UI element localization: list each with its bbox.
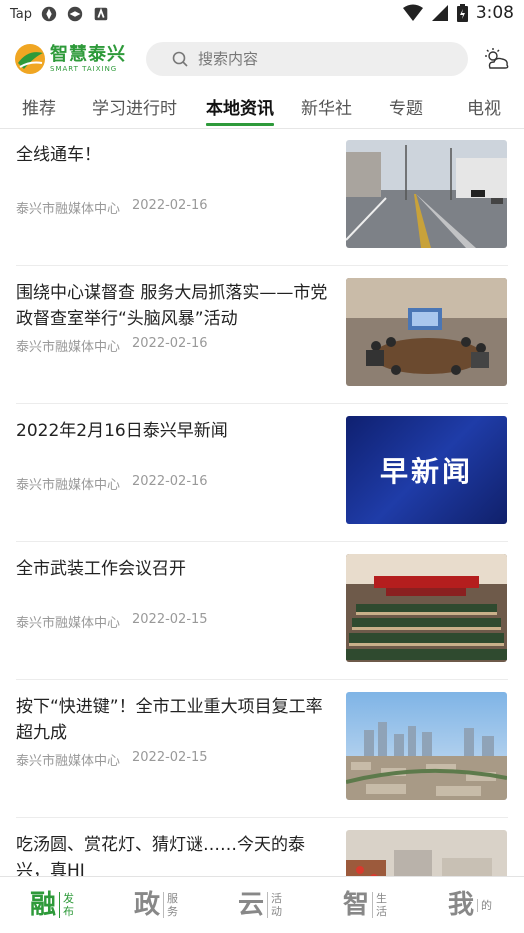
news-item[interactable]: 2022年2月16日泰兴早新闻 泰兴市融媒体中心 2022-02-16 早新闻 [0, 404, 524, 542]
news-meta: 泰兴市融媒体中心 2022-02-15 [16, 750, 208, 769]
tab-tv[interactable]: 电视 [467, 94, 501, 119]
nav-release-label: 发布 [59, 892, 76, 918]
news-meta: 泰兴市融媒体中心 2022-02-16 [16, 474, 208, 493]
signal-icon [431, 5, 448, 21]
logo-title: 智慧泰兴 [50, 44, 126, 65]
news-thumbnail [346, 140, 507, 248]
tab-study[interactable]: 学习进行时 [92, 94, 177, 119]
news-date: 2022-02-15 [132, 750, 208, 765]
battery-icon [456, 4, 468, 22]
sync-icon [41, 6, 57, 22]
news-date: 2022-02-16 [132, 198, 208, 213]
storage-icon [94, 7, 108, 21]
carrier-label: Tap [10, 6, 33, 22]
news-thumbnail: 早新闻 [346, 416, 507, 524]
status-bar: Tap 3:08 [0, 0, 524, 28]
news-source: 泰兴市融媒体中心 [16, 616, 121, 631]
news-title: 围绕中心谋督查 服务大局抓落实——市党政督查室举行“头脑风暴”活动 [16, 283, 328, 329]
search-bar[interactable] [146, 42, 468, 76]
tab-local-news[interactable]: 本地资讯 [206, 94, 274, 119]
tab-xinhua[interactable]: 新华社 [301, 94, 352, 119]
news-thumbnail [346, 692, 507, 800]
nav-release-icon: 融 [30, 890, 57, 920]
category-tabs: 推荐 学习进行时 本地资讯 新华社 专题 电视 [0, 88, 524, 129]
news-thumbnail [346, 830, 507, 876]
nav-services[interactable]: 政 服务 [134, 887, 180, 923]
news-feed: 全线通车！ 泰兴市融媒体中心 2022-02-16 围绕中心谋督查 服务大局抓落… [0, 128, 524, 876]
nav-me[interactable]: 我 的 [448, 887, 494, 923]
nav-activities-icon: 云 [238, 890, 265, 920]
nav-activities[interactable]: 云 活动 [238, 887, 284, 923]
news-title: 全市武装工作会议召开 [16, 559, 186, 579]
search-icon [172, 51, 188, 67]
news-thumbnail [346, 554, 507, 662]
wifi-icon [402, 4, 423, 21]
status-right: 3:08 [402, 3, 514, 23]
logo-subtitle: SMART TAIXING [50, 65, 118, 73]
nav-me-icon: 我 [448, 890, 475, 920]
news-title: 全线通车！ [16, 145, 101, 165]
nav-life-icon: 智 [343, 890, 370, 920]
leaf-logo-icon [15, 44, 45, 74]
sync-icon [67, 6, 83, 22]
nav-life-label: 生活 [372, 892, 389, 918]
tab-topics[interactable]: 专题 [389, 94, 423, 119]
news-source: 泰兴市融媒体中心 [16, 478, 121, 493]
bottom-nav: 融 发布 政 服务 云 活动 智 生活 我 的 [0, 876, 524, 933]
news-source: 泰兴市融媒体中心 [16, 754, 121, 769]
app-logo[interactable]: 智慧泰兴 SMART TAIXING [14, 42, 132, 76]
nav-life[interactable]: 智 生活 [343, 887, 389, 923]
news-thumbnail [346, 278, 507, 386]
news-date: 2022-02-16 [132, 474, 208, 489]
active-tab-indicator [206, 123, 274, 126]
news-item[interactable]: 围绕中心谋督查 服务大局抓落实——市党政督查室举行“头脑风暴”活动 泰兴市融媒体… [0, 266, 524, 404]
status-left: Tap [10, 5, 110, 23]
news-item[interactable]: 按下“快进键”！全市工业重大项目复工率超九成 泰兴市融媒体中心 2022-02-… [0, 680, 524, 818]
clock: 3:08 [475, 3, 514, 23]
news-item[interactable]: 全市武装工作会议召开 泰兴市融媒体中心 2022-02-15 [0, 542, 524, 680]
nav-activities-label: 活动 [267, 892, 284, 918]
nav-services-label: 服务 [163, 892, 180, 918]
news-date: 2022-02-15 [132, 612, 208, 627]
search-input[interactable] [196, 49, 440, 69]
news-item[interactable]: 全线通车！ 泰兴市融媒体中心 2022-02-16 [0, 128, 524, 266]
news-meta: 泰兴市融媒体中心 2022-02-16 [16, 198, 208, 217]
news-source: 泰兴市融媒体中心 [16, 202, 121, 217]
weather-icon[interactable] [482, 46, 510, 74]
tab-recommend[interactable]: 推荐 [22, 94, 56, 119]
nav-release[interactable]: 融 发布 [30, 887, 76, 923]
news-item[interactable]: 吃汤圆、赏花灯、猜灯谜……今天的泰兴，真HI [0, 818, 524, 876]
news-title: 吃汤圆、赏花灯、猜灯谜……今天的泰兴，真HI [16, 835, 305, 876]
news-meta: 泰兴市融媒体中心 2022-02-16 [16, 336, 208, 355]
app-header: 智慧泰兴 SMART TAIXING [0, 28, 524, 88]
news-title: 2022年2月16日泰兴早新闻 [16, 421, 228, 441]
news-title: 按下“快进键”！全市工业重大项目复工率超九成 [16, 697, 323, 743]
news-date: 2022-02-16 [132, 336, 208, 351]
news-source: 泰兴市融媒体中心 [16, 340, 121, 355]
nav-services-icon: 政 [134, 890, 161, 920]
news-meta: 泰兴市融媒体中心 2022-02-15 [16, 612, 208, 631]
nav-me-label: 的 [477, 898, 494, 912]
thumbnail-caption: 早新闻 [379, 455, 473, 488]
